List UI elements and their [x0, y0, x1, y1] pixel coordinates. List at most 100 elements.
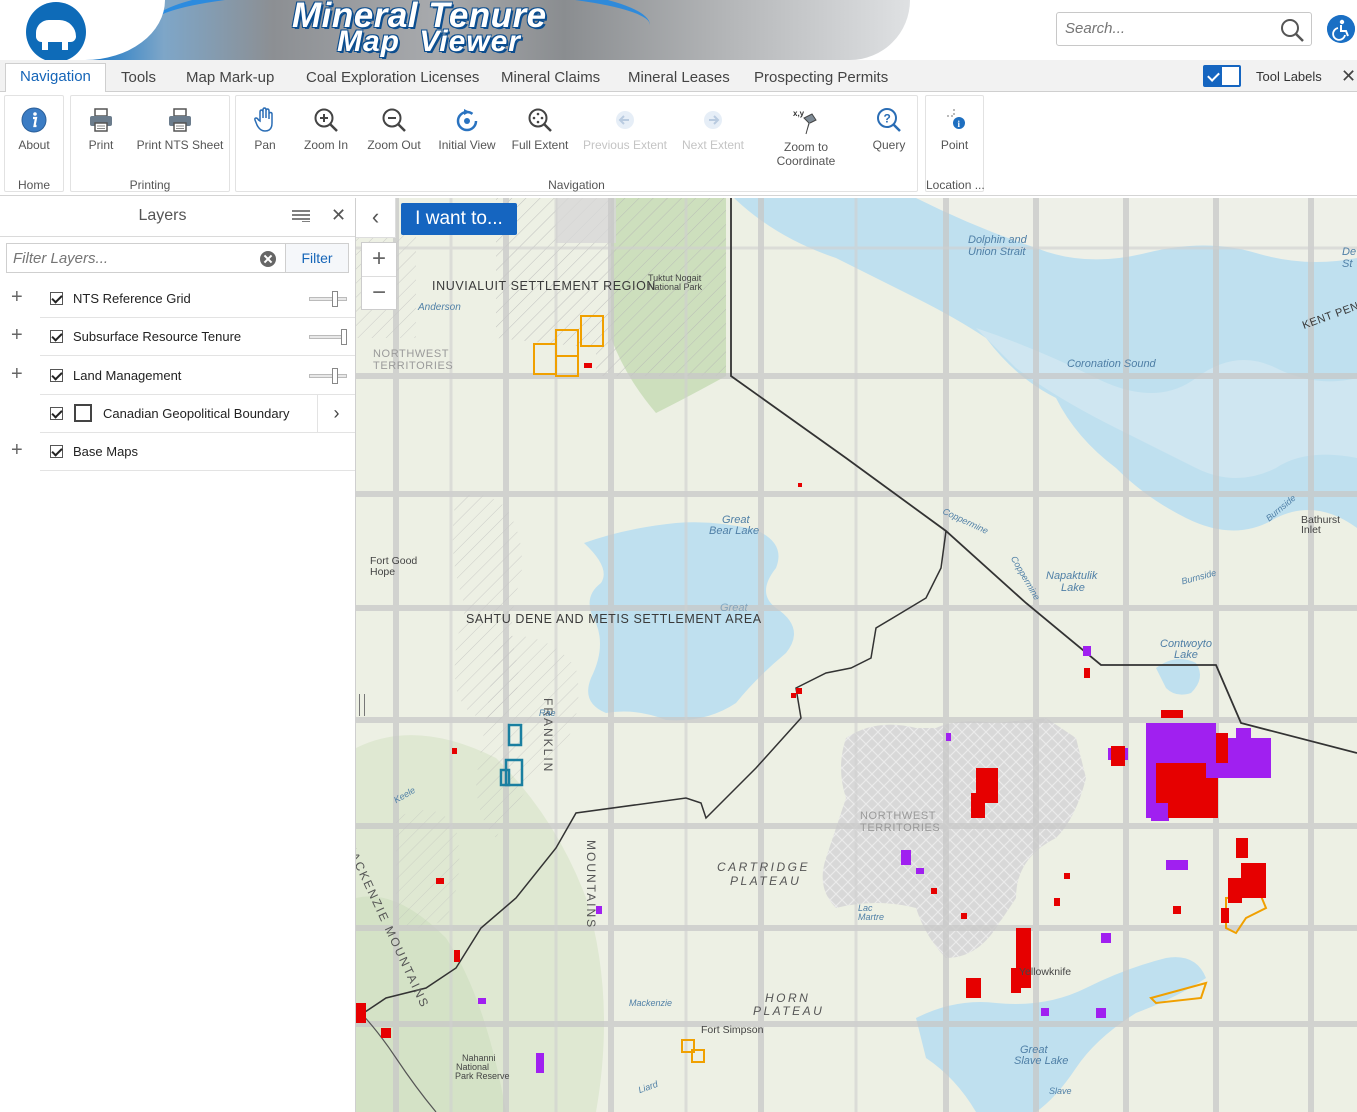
print-button[interactable]: Print — [77, 106, 125, 152]
layer-visibility-checkbox[interactable] — [50, 445, 63, 458]
map-zoom-in-button[interactable]: + — [362, 243, 396, 277]
clear-filter-icon[interactable] — [260, 251, 276, 267]
group-label-location: Location ... — [926, 178, 985, 192]
map-label: Rae — [539, 708, 556, 718]
layer-name: Base Maps — [73, 444, 139, 459]
map-zoom-control: + − — [361, 242, 397, 310]
map-view[interactable]: INUVIALUIT SETTLEMENT REGION Tuktut Noga… — [356, 198, 1357, 1112]
layer-name: Subsurface Resource Tenure — [73, 329, 242, 344]
layer-visibility-checkbox[interactable] — [50, 407, 63, 420]
about-label: About — [18, 138, 50, 152]
ribbon-group-navigation: Pan Zoom In Zoom Out Initial View Full E… — [235, 95, 918, 192]
layer-row-subsurface-resource-tenure: + Subsurface Resource Tenure — [0, 318, 355, 356]
map-label: Anderson — [418, 302, 461, 313]
collapse-panel-button[interactable]: ‹ — [356, 198, 396, 238]
query-button[interactable]: ? Query — [866, 106, 912, 152]
search-input[interactable] — [1065, 20, 1265, 37]
map-label: Slave — [1049, 1086, 1072, 1096]
pan-button[interactable]: Pan — [246, 106, 284, 152]
tab-mineral-claims[interactable]: Mineral Claims — [501, 65, 600, 92]
layer-visibility-checkbox[interactable] — [50, 292, 63, 305]
zoom-in-button[interactable]: Zoom In — [296, 106, 356, 152]
map-label: Martre — [858, 912, 885, 922]
map-zoom-out-button[interactable]: − — [362, 277, 396, 311]
zoom-out-button[interactable]: Zoom Out — [362, 106, 426, 152]
polar-bear-logo-icon — [26, 2, 86, 62]
layer-name: Land Management — [73, 368, 182, 383]
svg-text:x,y: x,y — [793, 109, 805, 118]
map-canvas[interactable] — [356, 198, 1357, 1112]
close-panel-icon[interactable]: ✕ — [331, 205, 346, 226]
map-label: Dolphin and — [968, 234, 1027, 246]
layer-visibility-checkbox[interactable] — [50, 369, 63, 382]
info-icon — [21, 107, 47, 133]
layer-row-canadian-geopolitical-boundary: Canadian Geopolitical Boundary › — [0, 395, 355, 433]
next-extent-button[interactable]: Next Extent — [676, 106, 750, 152]
layer-visibility-checkbox[interactable] — [50, 330, 63, 343]
map-label: MOUNTAINS — [584, 840, 598, 930]
ribbon-group-printing: Print Print NTS Sheet Printing — [70, 95, 230, 192]
map-label: Bear Lake — [709, 525, 760, 537]
accessibility-icon[interactable] — [1327, 15, 1355, 43]
full-extent-label: Full Extent — [511, 138, 569, 152]
layer-opacity-slider[interactable] — [309, 291, 347, 307]
slider-thumb[interactable] — [332, 291, 338, 307]
map-label: De — [1342, 246, 1357, 258]
tab-mineral-leases[interactable]: Mineral Leases — [628, 65, 730, 92]
ribbon-toolbar: About Home Print Print NTS Sheet Printin… — [0, 92, 1357, 196]
tab-map-markup[interactable]: Map Mark-up — [186, 65, 274, 92]
map-label: SAHTU DENE AND METIS SETTLEMENT AREA — [466, 612, 762, 626]
i-want-to-button[interactable]: I want to... — [401, 203, 517, 235]
search-icon[interactable] — [1279, 17, 1305, 43]
slider-thumb[interactable] — [341, 329, 347, 345]
layer-row-base-maps: + Base Maps — [0, 433, 355, 471]
zoom-in-label: Zoom In — [303, 138, 348, 152]
map-label: National Park — [648, 282, 703, 292]
map-label: INUVIALUIT SETTLEMENT REGION — [432, 279, 657, 293]
tab-navigation[interactable]: Navigation — [5, 63, 106, 93]
point-button[interactable]: i Point — [926, 106, 983, 152]
filter-layers-box — [6, 243, 286, 273]
map-label: Inlet — [1301, 524, 1321, 536]
expand-plus-icon[interactable]: + — [11, 287, 23, 307]
expand-plus-icon[interactable]: + — [11, 364, 23, 384]
expand-plus-icon[interactable]: + — [11, 325, 23, 345]
layer-opacity-slider[interactable] — [309, 368, 347, 384]
layer-name: NTS Reference Grid — [73, 291, 191, 306]
full-extent-button[interactable]: Full Extent — [508, 106, 572, 152]
app-banner: Mineral Tenure Map Viewer — [0, 0, 1357, 62]
map-label: Coronation Sound — [1067, 358, 1156, 370]
tab-tools[interactable]: Tools — [121, 65, 156, 92]
map-label: Park Reserve — [455, 1071, 510, 1081]
zoom-to-coordinate-button[interactable]: x,y Zoom to Coordinate — [770, 108, 842, 168]
map-label: Slave Lake — [1014, 1055, 1069, 1067]
chevron-left-icon: ‹ — [371, 204, 380, 229]
filter-layers-input[interactable] — [13, 250, 248, 267]
previous-extent-button[interactable]: Previous Extent — [582, 106, 668, 152]
list-menu-icon[interactable] — [292, 210, 310, 222]
slider-thumb[interactable] — [332, 368, 338, 384]
map-label: Yellowknife — [1019, 966, 1072, 978]
tab-prospecting-permits[interactable]: Prospecting Permits — [754, 65, 888, 92]
close-ribbon-icon[interactable]: ✕ — [1341, 66, 1356, 87]
ribbon-tab-bar: Navigation Tools Map Mark-up Coal Explor… — [0, 60, 1357, 93]
zoom-out-label: Zoom Out — [367, 138, 421, 152]
chevron-right-icon[interactable]: › — [317, 395, 355, 433]
filter-button[interactable]: Filter — [285, 243, 349, 273]
expand-plus-icon[interactable]: + — [11, 440, 23, 460]
app-subtitle: Map Viewer — [337, 25, 521, 58]
map-label: Lake — [1061, 582, 1085, 594]
tool-labels-toggle[interactable] — [1203, 65, 1241, 87]
layer-row-land-management: + Land Management — [0, 357, 355, 395]
panel-divider — [0, 236, 355, 237]
map-label: PLATEAU — [753, 1004, 825, 1018]
layer-opacity-slider[interactable] — [309, 329, 347, 345]
point-label: Point — [940, 138, 969, 152]
about-button[interactable]: About — [5, 106, 63, 152]
tab-coal-exploration-licenses[interactable]: Coal Exploration Licenses — [306, 65, 479, 92]
initial-view-button[interactable]: Initial View — [436, 106, 498, 152]
next-extent-label: Next Extent — [681, 138, 745, 152]
panel-resize-handle[interactable] — [359, 694, 365, 716]
query-label: Query — [872, 138, 906, 152]
print-nts-sheet-button[interactable]: Print NTS Sheet — [133, 106, 227, 152]
